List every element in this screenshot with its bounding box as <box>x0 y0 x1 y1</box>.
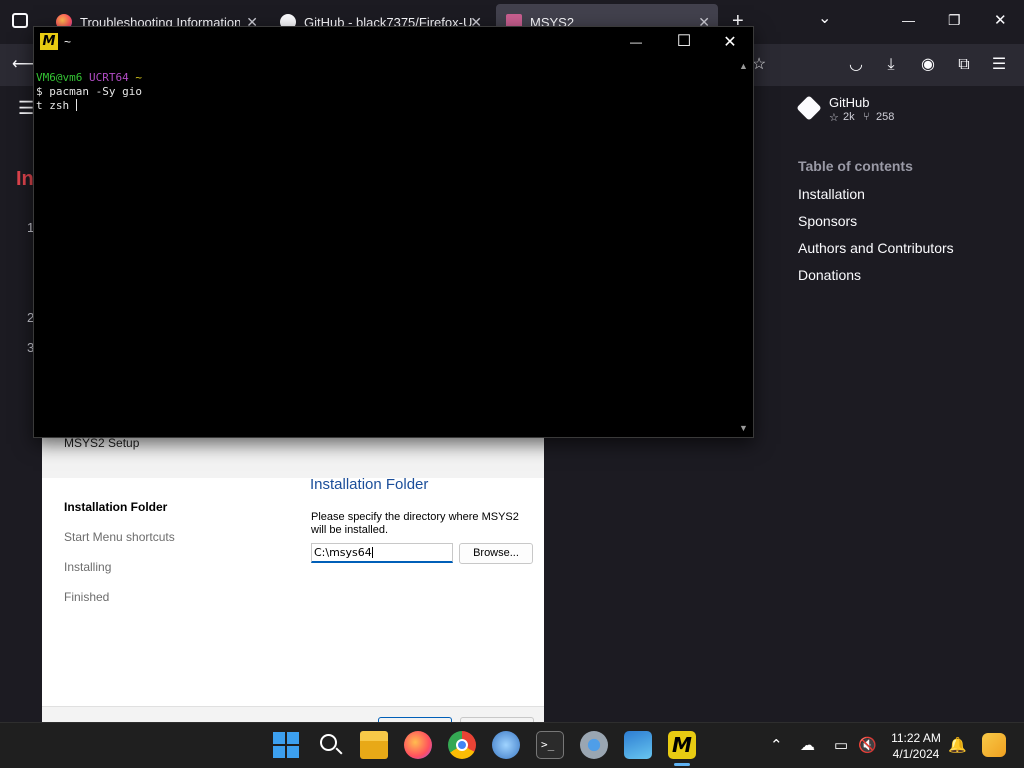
prompt-user: VM6@vm6 <box>36 71 83 84</box>
step-finished: Finished <box>64 590 110 604</box>
toc-item-sponsors[interactable]: Sponsors <box>798 211 954 238</box>
toc-item-donations[interactable]: Donations <box>798 265 954 292</box>
resource-monitor-icon[interactable] <box>624 731 652 759</box>
text-cursor <box>371 547 373 558</box>
fork-icon: ⑂ <box>863 111 870 123</box>
command-line-wrap: t zsh <box>36 99 76 112</box>
step-installation-folder: Installation Folder <box>64 500 168 514</box>
onedrive-icon[interactable]: ☁ <box>800 736 815 754</box>
active-app-indicator <box>674 763 690 766</box>
installer-description: Please specify the directory where MSYS2… <box>311 511 519 536</box>
search-icon[interactable] <box>316 731 344 759</box>
terminal-close-button[interactable]: ✕ <box>720 32 740 52</box>
command-line: $ pacman -Sy gio <box>36 85 142 98</box>
copilot-pre-icon[interactable] <box>982 733 1006 757</box>
network-globe-icon[interactable] <box>492 731 520 759</box>
star-icon: ☆ <box>829 112 839 124</box>
msys2-setup-window: MSYS2 Setup Installation Folder Start Me… <box>42 436 544 723</box>
restore-button[interactable]: ❐ <box>948 12 961 29</box>
network-icon[interactable]: ▭ <box>834 736 848 754</box>
page-heading-fragment: In <box>16 168 34 190</box>
install-folder-input[interactable]: C:\msys64 <box>311 543 453 563</box>
msys2-app-icon[interactable]: M <box>668 731 696 759</box>
browse-button[interactable]: Browse... <box>459 543 533 564</box>
terminal-maximize-button[interactable]: ☐ <box>674 31 694 51</box>
toc-title: Table of contents <box>798 158 913 174</box>
table-of-contents: Table of contents Installation Sponsors … <box>798 158 954 292</box>
star-count: 2k <box>843 111 855 123</box>
minimize-button[interactable]: — <box>902 13 915 28</box>
msys2-terminal-window[interactable]: M ~ — ☐ ✕ VM6@vm6 UCRT64 ~ $ pacman -Sy … <box>33 26 754 438</box>
menu-icon[interactable]: ☰ <box>988 54 1010 76</box>
clock-date: 4/1/2024 <box>892 747 940 761</box>
settings-gear-icon[interactable] <box>580 731 608 759</box>
tab-overview-icon[interactable] <box>12 13 28 28</box>
terminal-icon[interactable]: >_ <box>536 731 564 759</box>
fork-count: 258 <box>876 111 895 123</box>
file-explorer-icon[interactable] <box>360 731 388 759</box>
terminal-title: ~ <box>64 35 72 49</box>
installer-title: MSYS2 Setup <box>64 436 140 450</box>
pocket-icon[interactable]: ◡ <box>845 54 867 76</box>
installer-header: MSYS2 Setup <box>42 436 544 478</box>
account-icon[interactable]: ◉ <box>917 54 939 76</box>
terminal-titlebar[interactable]: M ~ — ☐ ✕ <box>34 27 753 57</box>
step-start-menu-shortcuts: Start Menu shortcuts <box>64 530 175 544</box>
terminal-cursor <box>75 99 77 111</box>
chrome-icon[interactable] <box>448 731 476 759</box>
taskbar-clock[interactable]: 11:22 AM 4/1/2024 <box>884 730 948 762</box>
github-card[interactable]: GitHub ☆ 2k ⑂ 258 <box>766 86 1024 130</box>
firefox-icon[interactable] <box>404 731 432 759</box>
github-card-name: GitHub <box>829 95 870 110</box>
installer-steps: Installation Folder Start Menu shortcuts… <box>64 500 175 620</box>
toc-item-installation[interactable]: Installation <box>798 184 954 211</box>
clock-time: 11:22 AM <box>891 731 941 745</box>
terminal-minimize-button[interactable]: — <box>626 35 646 49</box>
git-icon <box>796 95 822 121</box>
scroll-down-icon[interactable]: ▼ <box>739 423 748 433</box>
install-folder-value: C:\msys64 <box>314 546 372 559</box>
step-installing: Installing <box>64 560 112 574</box>
close-window-button[interactable]: ✕ <box>994 11 1007 29</box>
msys2-logo-icon: M <box>40 33 58 50</box>
volume-muted-icon[interactable]: 🔇 <box>858 736 877 754</box>
terminal-output[interactable]: VM6@vm6 UCRT64 ~ $ pacman -Sy gio t zsh <box>36 71 736 113</box>
extensions-icon[interactable]: ⧉ <box>953 54 975 76</box>
back-arrow-icon[interactable]: ⟵ <box>12 54 35 76</box>
list-all-tabs-button[interactable]: ⌄ <box>818 8 831 28</box>
prompt-env: UCRT64 <box>88 71 129 84</box>
downloads-icon[interactable]: ⤓ <box>880 54 902 76</box>
terminal-scrollbar[interactable]: ▲ ▼ <box>736 57 753 437</box>
windows-taskbar: >_ M ⌃ ☁ ▭ 🔇 11:22 AM 4/1/2024 🔔 <box>0 722 1024 768</box>
notification-bell-icon[interactable]: 🔔 <box>948 736 967 754</box>
show-hidden-icons-chevron[interactable]: ⌃ <box>770 736 783 754</box>
scroll-up-icon[interactable]: ▲ <box>739 61 748 71</box>
prompt-path: ~ <box>135 71 142 84</box>
toc-item-authors[interactable]: Authors and Contributors <box>798 238 954 265</box>
hamburger-menu-icon[interactable]: ☰ <box>18 98 34 119</box>
start-windows-icon[interactable] <box>272 731 300 759</box>
installer-page-heading: Installation Folder <box>310 476 429 493</box>
